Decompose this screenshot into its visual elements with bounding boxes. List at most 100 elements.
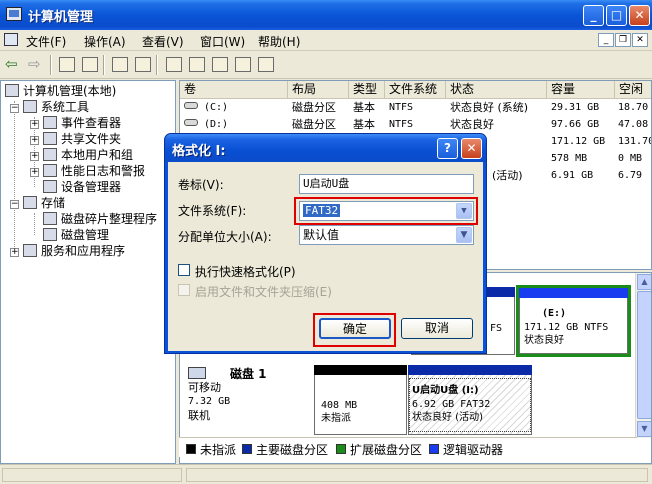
dialog-close-button[interactable]: ✕ xyxy=(461,138,482,159)
cancel-button[interactable]: 取消 xyxy=(401,318,473,339)
vertical-scrollbar[interactable]: ▲ ▼ xyxy=(635,273,651,438)
expander-collapse-icon[interactable]: − xyxy=(10,104,19,113)
quick-format-checkbox[interactable] xyxy=(178,264,190,276)
compress-checkbox[interactable] xyxy=(178,284,190,296)
properties-icon xyxy=(112,57,128,72)
unalloc-size: 408 MB xyxy=(321,400,358,411)
ok-button[interactable]: 确定 xyxy=(319,318,391,339)
column-header-capacity[interactable]: 容量 xyxy=(547,81,615,99)
expander-expand-icon[interactable]: + xyxy=(30,152,39,161)
usb-status: 状态良好 (活动) xyxy=(412,412,483,423)
chevron-down-icon[interactable]: ▼ xyxy=(456,227,472,243)
column-header-volume[interactable]: 卷 xyxy=(180,81,288,99)
disk1-info[interactable]: 磁盘 1 可移动 7.32 GB 联机 xyxy=(188,367,312,437)
tree-item-local-users[interactable]: 本地用户和组 xyxy=(43,147,133,163)
allocation-unit-select[interactable]: 默认值 ▼ xyxy=(299,225,474,245)
cell-status: (活动) xyxy=(492,169,523,182)
expander-collapse-icon[interactable]: − xyxy=(10,200,19,209)
menu-file[interactable]: 文件(F) xyxy=(26,33,66,50)
refresh-button[interactable] xyxy=(164,55,184,74)
mmc-icon xyxy=(4,33,18,46)
menu-window[interactable]: 窗口(W) xyxy=(200,33,245,50)
expander-expand-icon[interactable]: + xyxy=(30,120,39,129)
volume-label-input[interactable]: U启动U盘 xyxy=(299,174,474,194)
cell-free: 6.79 xyxy=(618,170,643,181)
search-button[interactable] xyxy=(233,55,253,74)
up-folder-button[interactable] xyxy=(57,55,77,74)
child-minimize-button[interactable]: _ xyxy=(598,33,614,47)
tree-item-defrag[interactable]: 磁盘碎片整理程序 xyxy=(43,211,157,227)
export-icon xyxy=(258,57,274,72)
cell-status: 状态良好 xyxy=(450,118,494,131)
tree-item-event-viewer[interactable]: 事件查看器 xyxy=(43,115,121,131)
usb-size: 6.92 GB FAT32 xyxy=(412,399,491,410)
properties-button[interactable] xyxy=(110,55,130,74)
column-header-status[interactable]: 状态 xyxy=(446,81,547,99)
menu-view[interactable]: 查看(V) xyxy=(142,33,184,50)
window-title: 计算机管理 xyxy=(28,10,94,25)
allocation-unit-label: 分配单位大小(A): xyxy=(178,230,272,244)
table-row[interactable]: (D:) xyxy=(184,117,288,133)
open-button[interactable] xyxy=(210,55,230,74)
legend-label: 扩展磁盘分区 xyxy=(350,443,423,457)
tree-item-root[interactable]: 计算机管理(本地) xyxy=(5,83,116,99)
dialog-title-bar[interactable]: 格式化 I: ? ✕ xyxy=(165,134,486,162)
column-header-layout[interactable]: 布局 xyxy=(288,81,349,99)
expander-expand-icon[interactable]: + xyxy=(10,248,19,257)
tree-item-storage[interactable]: 存储 xyxy=(23,195,65,211)
expander-expand-icon[interactable]: + xyxy=(30,168,39,177)
partition-e[interactable]: (E:) 171.12 GB NTFS 状态良好 xyxy=(519,288,628,354)
column-header-filesystem[interactable]: 文件系统 xyxy=(385,81,446,99)
child-close-button[interactable]: ✕ xyxy=(632,33,648,47)
volume-label-label: 卷标(V): xyxy=(178,178,224,192)
disk-icon xyxy=(184,102,198,109)
expander-expand-icon[interactable]: + xyxy=(30,136,39,145)
maximize-button[interactable]: □ xyxy=(606,5,627,26)
toolbar-separator xyxy=(50,55,52,75)
help-question-button[interactable]: ? xyxy=(437,138,458,159)
show-hide-tree-button[interactable] xyxy=(80,55,100,74)
settings-button[interactable] xyxy=(187,55,207,74)
chevron-down-icon[interactable]: ▼ xyxy=(456,203,472,219)
legend-label: 主要磁盘分区 xyxy=(256,443,329,457)
menu-help[interactable]: 帮助(H) xyxy=(258,33,300,50)
tree-item-disk-management[interactable]: 磁盘管理 xyxy=(43,227,109,243)
menu-action[interactable]: 操作(A) xyxy=(84,33,126,50)
dialog-body: 卷标(V): U启动U盘 文件系统(F): FAT32 ▼ 分配单位大小(A):… xyxy=(168,162,483,351)
forward-arrow-icon[interactable]: ⇨ xyxy=(28,55,41,73)
tree-pane[interactable]: 计算机管理(本地) − 系统工具 + 事件查看器 + 共享文件夹 + 本地用户和… xyxy=(0,80,176,464)
partition-unallocated[interactable]: 408 MB 未指派 xyxy=(314,365,407,435)
tree-item-device-manager[interactable]: 设备管理器 xyxy=(43,179,121,195)
scroll-up-button[interactable]: ▲ xyxy=(637,274,651,290)
export-button[interactable] xyxy=(256,55,276,74)
format-dialog[interactable]: 格式化 I: ? ✕ 卷标(V): U启动U盘 文件系统(F): FAT32 ▼… xyxy=(164,133,487,354)
child-restore-button[interactable]: ❐ xyxy=(615,33,631,47)
device-manager-icon xyxy=(43,180,57,193)
computer-management-icon xyxy=(6,7,22,21)
close-button[interactable]: ✕ xyxy=(629,5,650,26)
tree-item-services[interactable]: 服务和应用程序 xyxy=(23,243,125,259)
column-header-free[interactable]: 空闲 xyxy=(615,81,651,99)
tree-item-shared-folders[interactable]: 共享文件夹 xyxy=(43,131,121,147)
defrag-icon xyxy=(43,212,57,225)
column-header-type[interactable]: 类型 xyxy=(349,81,385,99)
partition-color-bar xyxy=(314,365,407,375)
allocation-unit-value: 默认值 xyxy=(303,228,340,242)
disk1-state: 联机 xyxy=(188,409,210,422)
scroll-thumb[interactable] xyxy=(637,291,651,419)
help-button[interactable] xyxy=(133,55,153,74)
minimize-button[interactable]: _ xyxy=(583,5,604,26)
tree-item-system-tools[interactable]: 系统工具 xyxy=(23,99,89,115)
back-arrow-icon[interactable]: ⇦ xyxy=(5,55,18,73)
partition-color-bar xyxy=(408,365,532,375)
filesystem-select[interactable]: FAT32 ▼ xyxy=(299,201,474,221)
cell-capacity: 171.12 GB xyxy=(551,136,606,147)
disk1-size: 7.32 GB xyxy=(188,396,231,407)
title-bar[interactable]: 计算机管理 _ □ ✕ xyxy=(0,0,652,30)
tree-item-perf-logs[interactable]: 性能日志和警报 xyxy=(43,163,145,179)
legend-swatch xyxy=(186,444,196,454)
table-row[interactable]: (C:) xyxy=(184,100,288,116)
partition-usb[interactable]: U启动U盘 (I:) 6.92 GB FAT32 状态良好 (活动) xyxy=(408,365,532,435)
scroll-down-button[interactable]: ▼ xyxy=(637,421,651,437)
quick-format-label[interactable]: 执行快速格式化(P) xyxy=(195,263,296,280)
